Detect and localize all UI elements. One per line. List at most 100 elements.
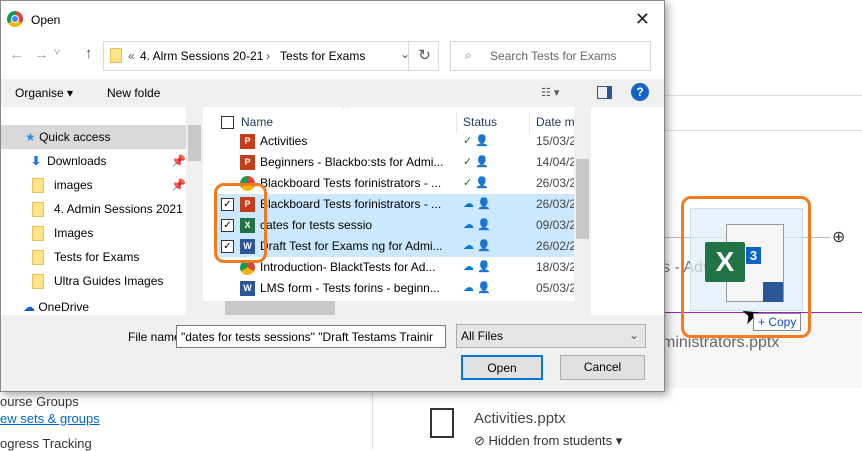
file-row[interactable]: Blackboard Tests forinistrators - ... ✓ 👤… bbox=[216, 173, 591, 194]
close-button[interactable]: ✕ bbox=[635, 9, 650, 30]
file-date: 15/03/2 bbox=[536, 134, 577, 148]
pin-icon: 📌 bbox=[171, 178, 186, 192]
cloud-status-icon: ☁ 👤 bbox=[463, 219, 491, 231]
folder-icon bbox=[32, 178, 44, 194]
cloud-status-icon: ☁ 👤 bbox=[463, 282, 491, 294]
file-row[interactable]: ✓ W Draft Test for Exams ng for Admi... ☁ 👤… bbox=[216, 236, 591, 257]
nav-tests-for-exams[interactable]: Tests for Exams bbox=[1, 245, 186, 269]
file-row[interactable]: P Beginners - Blackbo:sts for Admi... ✓ 👤 1… bbox=[216, 152, 591, 173]
file-date: 26/03/2 bbox=[536, 176, 577, 190]
nav-label: OneDrive bbox=[38, 300, 90, 314]
nav-quick-access[interactable]: ★ Quick access bbox=[1, 125, 186, 149]
divider bbox=[665, 95, 862, 96]
file-name: Blackboard Tests forinistrators - ... bbox=[260, 197, 442, 211]
pptx-file-icon: P bbox=[240, 155, 255, 170]
breadcrumb-current[interactable]: Tests for Exams bbox=[280, 49, 365, 63]
chevron-down-icon: ⌄ bbox=[628, 328, 639, 342]
nav-images-2[interactable]: Images bbox=[1, 221, 186, 245]
view-options-icon[interactable]: ☷ ▾ bbox=[541, 86, 559, 99]
forward-button[interactable]: → bbox=[34, 46, 49, 63]
column-header: Name Status Date m bbox=[216, 112, 591, 133]
file-type-value: All Files bbox=[461, 329, 504, 343]
nav-label: Ultra Guides Images bbox=[54, 274, 164, 288]
file-row[interactable]: P Activities ✓ 👤 15/03/2 bbox=[216, 131, 591, 152]
file-row[interactable]: ✓ P Blackboard Tests forinistrators - ... ☁… bbox=[216, 194, 591, 215]
up-button[interactable]: ↑ bbox=[85, 45, 93, 62]
new-folder-button[interactable]: New folde bbox=[107, 86, 160, 100]
item-name[interactable]: Activities.pptx bbox=[474, 410, 566, 427]
presentation-icon bbox=[430, 408, 454, 438]
nav-scrollbar[interactable] bbox=[186, 107, 203, 315]
dialog-footer: File name "dates for tests sessions" "Dr… bbox=[1, 315, 664, 391]
view-sets-link[interactable]: ew sets & groups bbox=[0, 411, 100, 426]
refresh-button[interactable]: ↻ bbox=[408, 42, 440, 70]
column-name[interactable]: Name bbox=[241, 112, 436, 133]
nav-ultra-guides[interactable]: Ultra Guides Images bbox=[1, 269, 186, 293]
pin-icon: 📌 bbox=[171, 154, 186, 168]
toolbar: Organise ▾ New folde ☷ ▾ ? bbox=[1, 79, 664, 107]
nav-images[interactable]: images 📌 bbox=[1, 173, 186, 197]
synced-status-icon: ✓ 👤 bbox=[463, 135, 489, 147]
vertical-divider bbox=[372, 392, 373, 449]
file-name: Blackboard Tests forinistrators - ... bbox=[260, 176, 442, 190]
column-status[interactable]: Status bbox=[456, 112, 497, 133]
breadcrumb-parent[interactable]: 4. Alrm Sessions 20-21 bbox=[140, 49, 263, 63]
nav-label: Tests for Exams bbox=[54, 250, 140, 264]
help-button[interactable]: ? bbox=[631, 83, 649, 101]
recent-locations-button[interactable]: ˅ bbox=[54, 47, 60, 59]
nav-label: Images bbox=[54, 226, 94, 240]
cloud-status-icon: ☁ 👤 bbox=[463, 240, 491, 252]
list-scrollbar[interactable] bbox=[574, 107, 591, 301]
docx-file-icon: W bbox=[240, 281, 255, 296]
breadcrumb-separator: › bbox=[266, 49, 270, 63]
chrome-icon bbox=[7, 11, 23, 27]
nav-admin-sessions[interactable]: 4. Admin Sessions 2021 bbox=[1, 197, 186, 221]
nav-label: Quick access bbox=[39, 130, 111, 144]
back-button[interactable]: ← bbox=[9, 46, 24, 63]
file-date: 18/03/2 bbox=[536, 260, 577, 274]
preview-pane-icon[interactable] bbox=[597, 86, 612, 99]
file-name: Introduction- BlacktTests for Ad... bbox=[260, 260, 436, 274]
file-name: Draft Test for Exams ng for Admi... bbox=[260, 239, 443, 253]
nav-onedrive[interactable]: ☁ OneDrive bbox=[1, 297, 186, 315]
file-name-value: "dates for tests sessions" "Draft Testam… bbox=[181, 330, 433, 344]
file-type-select[interactable]: All Files ⌄ bbox=[456, 324, 646, 348]
organise-menu[interactable]: Organise ▾ bbox=[15, 86, 73, 100]
open-button[interactable]: Open bbox=[461, 355, 543, 380]
file-row[interactable]: Introduction- BlacktTests for Ad... ☁ 👤 18… bbox=[216, 257, 591, 278]
search-placeholder: Search Tests for Exams bbox=[490, 49, 617, 63]
drag-highlight bbox=[681, 196, 811, 338]
dialog-title: Open bbox=[31, 13, 61, 27]
download-icon: ⬇ bbox=[31, 154, 42, 168]
file-name: LMS form - Tests forins - beginn... bbox=[260, 281, 440, 295]
select-all-checkbox[interactable] bbox=[221, 116, 234, 129]
column-date[interactable]: Date m bbox=[529, 112, 575, 133]
folder-icon bbox=[110, 48, 122, 63]
star-icon: ★ bbox=[25, 130, 40, 144]
visibility-dropdown[interactable]: ⊘ Hidden from students ▾ bbox=[474, 433, 622, 449]
nav-downloads[interactable]: ⬇ Downloads 📌 bbox=[1, 149, 186, 173]
search-input[interactable]: ⌕ Search Tests for Exams bbox=[450, 41, 651, 71]
cancel-button[interactable]: Cancel bbox=[560, 355, 645, 380]
file-name-input[interactable]: "dates for tests sessions" "Draft Testam… bbox=[176, 325, 446, 348]
address-bar[interactable]: « 4. Alrm Sessions 20-21 › Tests for Exa… bbox=[103, 41, 439, 71]
visibility-label: Hidden from students ▾ bbox=[488, 433, 623, 448]
nav-label: Downloads bbox=[47, 154, 107, 168]
navigation-pane: ★ Quick access ⬇ Downloads 📌 images 📌 4. Ad… bbox=[1, 107, 203, 315]
synced-status-icon: ✓ 👤 bbox=[463, 156, 489, 168]
folder-icon bbox=[32, 202, 44, 218]
h-scroll-bar[interactable] bbox=[203, 301, 591, 315]
file-name: cates for tests sessio bbox=[260, 218, 373, 232]
file-row[interactable]: W LMS form - Tests forins - beginn... ☁ 👤 0… bbox=[216, 278, 591, 299]
file-row[interactable]: ✓ Xcates for tests sessio ☁ 👤 09/03/2 bbox=[216, 215, 591, 236]
file-date: 26/02/2 bbox=[536, 239, 577, 253]
pptx-file-icon: P bbox=[240, 134, 255, 149]
divider bbox=[665, 130, 862, 131]
breadcrumb-prefix: « bbox=[128, 49, 135, 63]
open-file-dialog: Open ✕ ← → ˅ ↑ « 4. Alrm Sessions 20-21 … bbox=[0, 0, 665, 392]
file-date: 26/03/2 bbox=[536, 197, 577, 211]
cloud-status-icon: ☁ 👤 bbox=[463, 198, 491, 210]
checkbox-highlight bbox=[214, 183, 267, 263]
course-groups-label: ourse Groups bbox=[0, 394, 79, 409]
add-content-button[interactable]: ⊕ bbox=[832, 227, 845, 247]
